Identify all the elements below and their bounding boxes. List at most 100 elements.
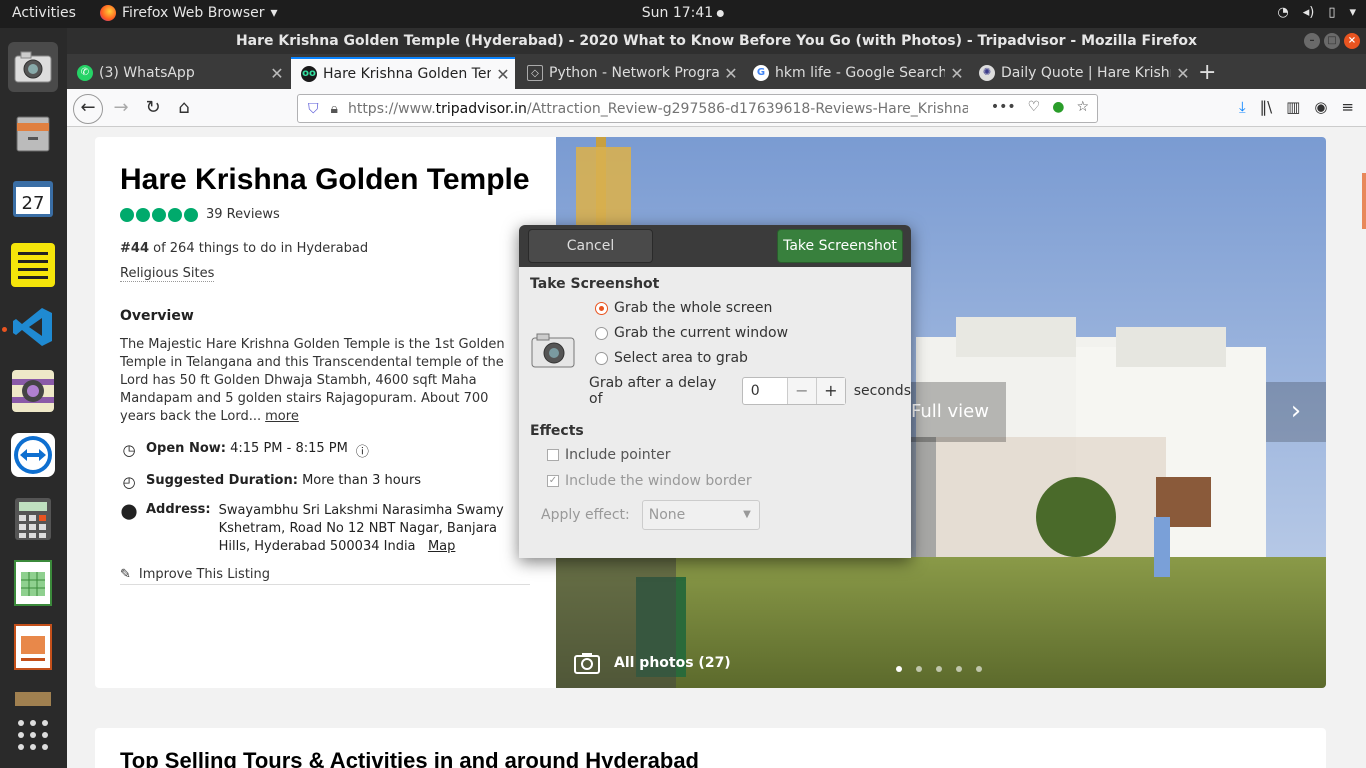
all-photos-button[interactable]: All photos (27): [574, 652, 731, 674]
dock: 27: [0, 28, 67, 768]
url-domain: tripadvisor.in: [435, 100, 527, 117]
grab-whole-screen-radio[interactable]: Grab the whole screen: [595, 300, 772, 316]
close-tab-icon[interactable]: ✕: [945, 64, 969, 83]
forward-button[interactable]: →: [107, 95, 135, 123]
account-icon[interactable]: ◉: [1314, 98, 1327, 116]
scroll-indicator[interactable]: [1362, 173, 1366, 229]
pagination-dot[interactable]: [896, 666, 902, 672]
decrement-button[interactable]: −: [786, 378, 816, 404]
rating-bubble: [184, 207, 198, 222]
delay-label: Grab after a delay of: [589, 375, 717, 407]
pagination-dot[interactable]: [976, 666, 982, 672]
take-screenshot-button[interactable]: Take Screenshot: [777, 229, 903, 263]
tracking-shield-icon[interactable]: ⛉: [308, 101, 319, 117]
pocket-icon[interactable]: ♡: [1028, 99, 1041, 115]
effect-dropdown[interactable]: None ▼: [641, 500, 760, 530]
improve-listing-link[interactable]: ✎ Improve This Listing: [120, 567, 530, 585]
dock-webcam[interactable]: [8, 366, 58, 416]
show-applications-button[interactable]: [8, 710, 58, 760]
tab-tripadvisor[interactable]: oo Hare Krishna Golden Tem ✕: [291, 57, 515, 89]
dock-vscode[interactable]: [8, 302, 58, 352]
camera-icon: [531, 333, 575, 368]
dock-teamviewer[interactable]: [8, 430, 58, 480]
calendar-icon: 27: [13, 181, 53, 217]
pagination-dot[interactable]: [936, 666, 942, 672]
maximize-button[interactable]: □: [1324, 33, 1340, 49]
info-icon[interactable]: ⓘ: [356, 441, 369, 460]
url-text[interactable]: https://www.tripadvisor.in/Attraction_Re…: [348, 101, 968, 117]
tab-label: hkm life - Google Search: [775, 65, 945, 81]
activities-button[interactable]: Activities: [12, 5, 76, 21]
vscode-icon: [13, 308, 52, 346]
camera-icon: [14, 51, 52, 83]
cancel-button[interactable]: Cancel: [528, 229, 653, 263]
lock-icon[interactable]: 🔒︎: [331, 101, 338, 117]
more-link[interactable]: more: [265, 409, 299, 424]
map-link[interactable]: Map: [428, 539, 455, 554]
delay-spinbox[interactable]: 0 − +: [741, 377, 846, 405]
chevron-down-icon: ▼: [743, 509, 751, 520]
tab-whatsapp[interactable]: ✆ (3) WhatsApp ✕: [67, 57, 289, 89]
dock-presentation[interactable]: [8, 622, 58, 672]
chevron-down-icon: ▾: [270, 5, 278, 21]
home-button[interactable]: ⌂: [170, 95, 198, 123]
grab-current-window-radio[interactable]: Grab the current window: [595, 325, 788, 341]
hamburger-menu-icon[interactable]: ≡: [1341, 98, 1354, 116]
notes-list-icon: [11, 243, 55, 287]
back-button[interactable]: ←: [73, 94, 103, 124]
google-icon: G: [753, 65, 769, 81]
verified-icon[interactable]: ●: [1052, 99, 1064, 115]
address: ⬤ Address: Swayambhu Sri Lakshmi Narasim…: [120, 502, 529, 556]
close-tab-icon[interactable]: ✕: [265, 64, 289, 83]
dialog-header: Cancel Take Screenshot: [519, 225, 911, 267]
next-photo-button[interactable]: ›: [1266, 382, 1326, 442]
close-window-button[interactable]: ×: [1344, 33, 1360, 49]
clock[interactable]: Sun 17:41: [642, 5, 725, 21]
increment-button[interactable]: +: [815, 378, 845, 404]
rating[interactable]: 39 Reviews: [120, 207, 280, 222]
url-bar[interactable]: ⛉ 🔒︎ https://www.tripadvisor.in/Attracti…: [297, 94, 1098, 123]
pagination-dot[interactable]: [956, 666, 962, 672]
download-icon[interactable]: ⤓: [1239, 98, 1246, 116]
category-link[interactable]: Religious Sites: [120, 266, 215, 282]
dock-calendar[interactable]: 27: [8, 174, 58, 224]
radio-selected: [595, 301, 608, 315]
dock-spreadsheet[interactable]: [8, 558, 58, 608]
battery-icon: ▯: [1328, 5, 1336, 20]
new-tab-button[interactable]: +: [1198, 60, 1216, 85]
rank-text: of 264 things to do in Hyderabad: [148, 241, 369, 256]
reload-button[interactable]: ↻: [139, 95, 167, 123]
delay-value[interactable]: 0: [743, 378, 787, 404]
dock-partial-item[interactable]: [8, 686, 58, 706]
radio-label: Select area to grab: [614, 350, 748, 366]
tab-python[interactable]: ◇ Python - Network Progra ✕: [517, 57, 743, 89]
bookmark-star-icon[interactable]: ☆: [1076, 99, 1089, 115]
screenshot-dialog: Cancel Take Screenshot Take Screenshot G…: [519, 225, 911, 558]
tab-daily-quote[interactable]: ✺ Daily Quote | Hare Krishn ✕: [969, 57, 1195, 89]
select-area-radio[interactable]: Select area to grab: [595, 350, 748, 366]
sidebar-icon[interactable]: ▥: [1286, 98, 1300, 116]
full-view-button[interactable]: Full view: [911, 382, 1006, 442]
ranking[interactable]: #44 of 264 things to do in Hyderabad: [120, 241, 368, 256]
app-menu[interactable]: Firefox Web Browser ▾: [100, 5, 278, 21]
library-icon[interactable]: ‖\: [1260, 98, 1273, 116]
include-pointer-checkbox[interactable]: Include pointer: [547, 447, 671, 463]
include-border-checkbox[interactable]: ✓ Include the window border: [547, 473, 752, 489]
chevron-down-icon: ▾: [1349, 5, 1356, 20]
dock-calculator[interactable]: [8, 494, 58, 544]
page-actions-icon[interactable]: •••: [991, 99, 1016, 115]
overview-heading: Overview: [120, 308, 194, 324]
toolbar-right: ⤓ ‖\ ▥ ◉ ≡: [1239, 98, 1354, 116]
system-tray[interactable]: ◔ ◂) ▯ ▾: [1277, 5, 1356, 20]
dock-notes[interactable]: [8, 240, 58, 290]
tab-google-search[interactable]: G hkm life - Google Search ✕: [743, 57, 969, 89]
reviews-link[interactable]: 39 Reviews: [206, 207, 280, 222]
close-tab-icon[interactable]: ✕: [491, 65, 515, 84]
dock-screenshot-app[interactable]: [8, 42, 58, 92]
minimize-button[interactable]: –: [1304, 33, 1320, 49]
dock-files[interactable]: [8, 108, 58, 158]
pagination-dot[interactable]: [916, 666, 922, 672]
close-tab-icon[interactable]: ✕: [1171, 64, 1195, 83]
effects-heading: Effects: [530, 423, 584, 439]
close-tab-icon[interactable]: ✕: [719, 64, 743, 83]
